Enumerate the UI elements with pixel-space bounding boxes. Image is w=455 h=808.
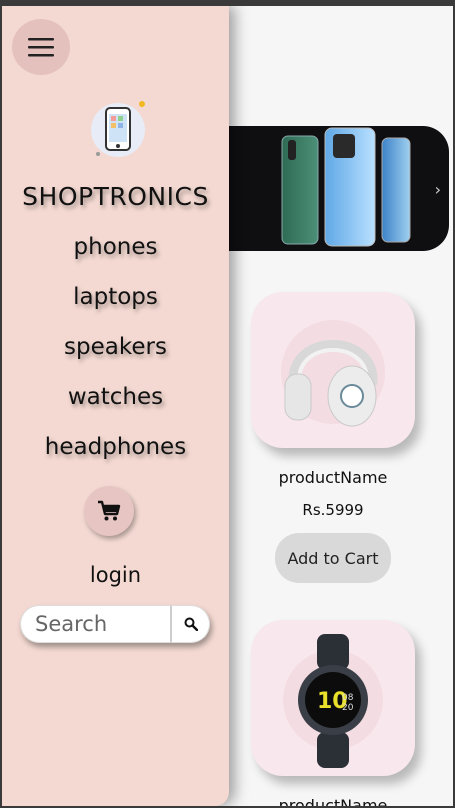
- smartwatch-icon: 10 08 20: [283, 634, 383, 768]
- search-icon[interactable]: [170, 605, 210, 643]
- product-image[interactable]: [251, 292, 415, 448]
- phone-logo-icon: [86, 98, 150, 158]
- nav-link-headphones[interactable]: headphones: [2, 434, 229, 460]
- svg-text:20: 20: [342, 703, 354, 713]
- nav-link-phones[interactable]: phones: [2, 234, 229, 260]
- hamburger-menu-icon[interactable]: [12, 19, 70, 75]
- login-link[interactable]: login: [2, 563, 229, 587]
- product-name: productName: [278, 796, 388, 806]
- nav-link-watches[interactable]: watches: [2, 384, 229, 410]
- svg-text:08: 08: [342, 693, 354, 703]
- search-bar: [20, 605, 210, 643]
- headphones-icon: [281, 320, 385, 427]
- search-input[interactable]: [20, 605, 170, 643]
- page-viewport: › productName Rs.5999 Add to Cart 10 08 …: [2, 6, 453, 806]
- add-to-cart-button[interactable]: Add to Cart: [275, 533, 391, 583]
- product-card: productName Rs.5999 Add to Cart: [251, 292, 415, 583]
- nav-link-speakers[interactable]: speakers: [2, 334, 229, 360]
- cart-icon[interactable]: [84, 486, 134, 536]
- product-name: productName: [278, 468, 388, 487]
- product-image[interactable]: 10 08 20: [251, 620, 415, 776]
- nav-link-laptops[interactable]: laptops: [2, 284, 229, 310]
- chevron-right-icon[interactable]: ›: [435, 180, 441, 199]
- product-card: 10 08 20: [251, 620, 415, 776]
- sidebar: SHOPTRONICS phones laptops speakers watc…: [2, 6, 229, 806]
- brand-name: SHOPTRONICS: [22, 182, 209, 211]
- product-price: Rs.5999: [302, 501, 364, 519]
